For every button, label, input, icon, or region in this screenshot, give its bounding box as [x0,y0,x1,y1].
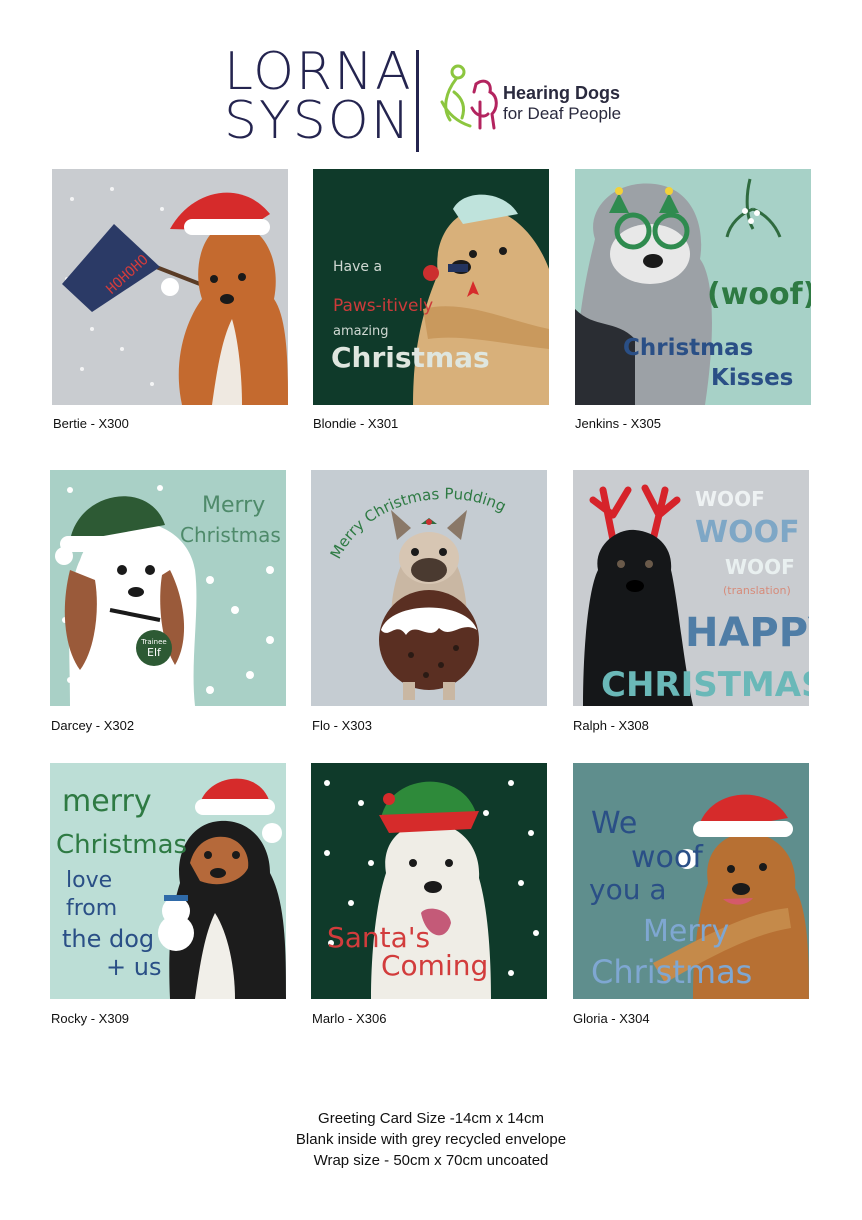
caption-darcey: Darcey - X302 [51,718,135,733]
blondie-line-1: Have a [333,259,382,275]
logo-divider [416,50,419,152]
darcey-tag-2: Elf [147,646,162,659]
gloria-line-2: woof [631,840,704,875]
caption-blondie: Blondie - X301 [313,416,399,431]
ralph-woof-2: WOOF [695,515,800,550]
caption-flo: Flo - X303 [312,718,372,733]
rocky-line-2: Christmas [56,830,187,860]
footer-envelope: Blank inside with grey recycled envelope [295,1131,567,1148]
ralph-translation: (translation) [723,584,791,597]
marlo-line-2: Coming [381,949,488,982]
blondie-line-3: amazing [333,324,389,339]
brand-line-1: LORNA [224,42,413,102]
ralph-woof-3: WOOF [725,555,795,579]
rocky-line-6: + us [106,953,161,981]
rocky-line-4: from [66,896,117,921]
card-darcey[interactable]: Trainee Elf Merry Christmas [50,470,286,706]
gloria-line-4: Merry [643,914,729,949]
rocky-line-5: the dog [62,925,154,953]
brand-line-2: SYSON [224,91,412,151]
ralph-woof-1: WOOF [695,487,765,511]
jenkins-line-3: Kisses [711,365,793,391]
darcey-line-1: Merry [202,493,265,518]
lorna-syson-logo: LORNA SYSON [224,42,413,151]
card-jenkins[interactable]: (woof) Christmas Kisses [575,169,811,405]
darcey-line-2: Christmas [180,523,281,547]
rocky-line-3: love [66,868,112,893]
jenkins-line-1: (woof) [707,277,811,312]
gloria-line-1: We [591,806,637,841]
caption-ralph: Ralph - X308 [573,718,649,733]
footer-specs: Greeting Card Size -14cm x 14cm Blank in… [0,1108,862,1171]
card-ralph[interactable]: WOOF WOOF WOOF (translation) HAPPY CHRIS… [573,470,809,706]
darcey-tag-1: Trainee [140,638,166,646]
card-rocky[interactable]: merry Christmas love from the dog + us [50,763,286,999]
ralph-christmas: CHRISTMAS [601,665,809,705]
caption-bertie: Bertie - X300 [53,416,129,431]
card-blondie[interactable]: Have a Paws-itively amazing Christmas [313,169,549,405]
partner-subtitle: for Deaf People [503,104,622,123]
partner-title: Hearing Dogs [503,83,621,103]
blondie-line-2: Paws-itively [333,296,433,316]
gloria-line-3: you a [589,873,667,906]
blondie-line-4: Christmas [331,341,490,374]
caption-gloria: Gloria - X304 [573,1011,650,1026]
card-flo[interactable]: Merry Christmas Pudding [311,470,547,706]
card-bertie[interactable]: HOHOHO [52,169,288,405]
ralph-happy: HAPPY [685,610,809,656]
caption-jenkins: Jenkins - X305 [575,416,661,431]
jenkins-line-2: Christmas [623,335,753,361]
rocky-line-1: merry [62,784,152,819]
caption-rocky: Rocky - X309 [51,1011,130,1026]
caption-marlo: Marlo - X306 [312,1011,387,1026]
card-marlo[interactable]: Santa's Coming [311,763,547,999]
hearing-dogs-logo-icon [440,64,498,130]
footer-wrap-size: Wrap size - 50cm x 70cm uncoated [313,1152,549,1169]
header: LORNA SYSON Hearing Dogs for Deaf People [0,40,862,160]
card-gloria[interactable]: We woof you a Merry Christmas [573,763,809,999]
gloria-line-5: Christmas [591,953,752,991]
footer-card-size: Greeting Card Size -14cm x 14cm [318,1110,544,1127]
